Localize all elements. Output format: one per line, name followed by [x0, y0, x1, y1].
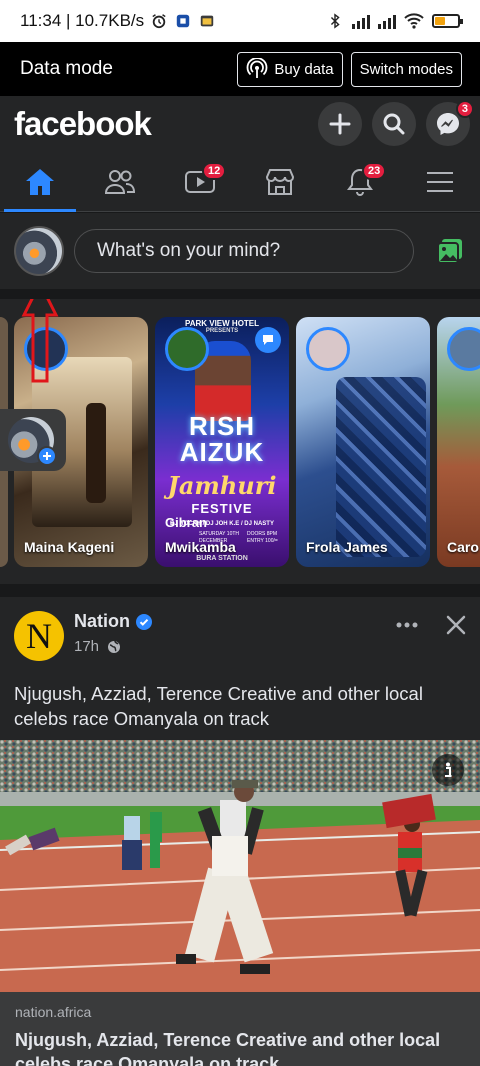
red-arrow-annotation [21, 299, 59, 383]
gallery-notification-icon [200, 15, 214, 27]
whats-on-your-mind-input[interactable]: What's on your mind? [74, 229, 414, 273]
switch-modes-label: Switch modes [359, 60, 453, 78]
post-author[interactable]: Nation [74, 611, 130, 632]
story-card[interactable]: PARK VIEW HOTEL PRESENTS RISH AIZUK Jamh… [155, 317, 289, 567]
create-button[interactable] [318, 102, 362, 146]
data-mode-bar: Data mode Buy data Switch modes [0, 42, 480, 96]
post-author-row: Nation [74, 611, 152, 632]
bluetooth-icon [330, 13, 340, 29]
add-story-icon [37, 446, 57, 466]
section-divider [0, 584, 480, 597]
messenger-badge: 3 [455, 100, 474, 118]
story-card[interactable]: Caro [437, 317, 480, 567]
watch-badge: 12 [202, 162, 227, 180]
poster-station: BURA STATION [196, 555, 248, 562]
link-domain: nation.africa [15, 1004, 92, 1020]
story-name: Caro [447, 539, 479, 555]
switch-modes-button[interactable]: Switch modes [350, 51, 462, 87]
story-avatar [165, 327, 209, 371]
post-time: 17h [74, 638, 100, 655]
status-time-speed: 11:34 | 10.7KB/s [20, 11, 145, 30]
signal-2-icon [378, 13, 396, 29]
facebook-logo: facebook [14, 105, 152, 142]
globe-icon [108, 640, 121, 653]
poster-script: Jamhuri [167, 471, 277, 500]
tab-watch[interactable]: 12 [160, 152, 240, 211]
messenger-button[interactable]: 3 [426, 100, 474, 146]
poster-entry: ENTRY 100/= [247, 538, 278, 544]
alarm-icon [152, 14, 166, 29]
nation-avatar[interactable]: N [14, 611, 64, 661]
story-card[interactable]: Frola James [296, 317, 430, 567]
tab-marketplace[interactable] [240, 152, 320, 211]
plus-icon [329, 113, 351, 135]
story-name: Maina Kageni [24, 539, 115, 555]
link-preview[interactable]: nation.africa Njugush, Azziad, Terence C… [0, 992, 480, 1066]
tab-home[interactable] [0, 152, 80, 212]
buy-data-label: Buy data [274, 60, 334, 78]
link-title: Njugush, Azziad, Terence Creative and ot… [15, 1030, 441, 1066]
buy-data-button[interactable]: Buy data [237, 51, 343, 87]
notifications-badge: 23 [362, 162, 387, 180]
story-photo-shirt [336, 377, 426, 557]
poster-djs: DJ ROCKY / DJ JOH K.E / DJ NASTY [170, 521, 274, 527]
search-icon [383, 113, 405, 135]
close-icon[interactable] [446, 615, 466, 635]
tab-friends[interactable] [80, 152, 160, 211]
hamburger-icon [427, 171, 453, 192]
signal-icon [352, 13, 370, 29]
section-divider [0, 289, 480, 299]
post-text: Njugush, Azziad, Terence Creative and ot… [14, 683, 423, 729]
story-name: Frola James [306, 539, 388, 555]
profile-avatar[interactable] [14, 226, 64, 276]
story-name: Mwikamba [165, 539, 236, 555]
post-image[interactable] [0, 740, 480, 992]
broadcast-icon [247, 58, 268, 78]
post-header: N Nation 17h [0, 597, 480, 667]
feed-post: N Nation 17h Njugush, Azziad, Terence Cr… [0, 597, 480, 1066]
home-icon [26, 168, 54, 195]
search-button[interactable] [372, 102, 416, 146]
friends-icon [104, 169, 136, 194]
app-notification-icon [176, 14, 190, 28]
poster-festive: FESTIVE [191, 501, 253, 516]
app-header: facebook 3 [0, 96, 480, 152]
post-composer: What's on your mind? [0, 213, 480, 289]
create-story-tab[interactable] [0, 409, 66, 471]
post-time-row: 17h [74, 638, 152, 655]
photo-icon[interactable] [436, 237, 464, 265]
stadium-race-photo [0, 740, 480, 992]
battery-icon [432, 14, 463, 28]
story-message-icon [255, 327, 281, 353]
stories-tray: Maina Kageni PARK VIEW HOTEL PRESENTS RI… [0, 299, 480, 584]
info-icon[interactable] [432, 754, 464, 786]
nav-tabs: 12 23 [0, 152, 480, 212]
tab-menu[interactable] [400, 152, 480, 211]
poster-big: RISH AIZUK [179, 411, 265, 467]
marketplace-icon [265, 168, 295, 195]
wifi-icon [404, 13, 424, 29]
data-mode-title: Data mode [20, 58, 113, 79]
verified-icon [136, 613, 152, 630]
story-avatar [447, 327, 480, 371]
story-avatar [306, 327, 350, 371]
poster-doors: DOORS 8PM [247, 531, 278, 537]
tab-notifications[interactable]: 23 [320, 152, 400, 211]
more-options-icon[interactable] [396, 622, 418, 628]
status-bar: 11:34 | 10.7KB/s [0, 0, 480, 42]
messenger-icon [437, 113, 459, 135]
